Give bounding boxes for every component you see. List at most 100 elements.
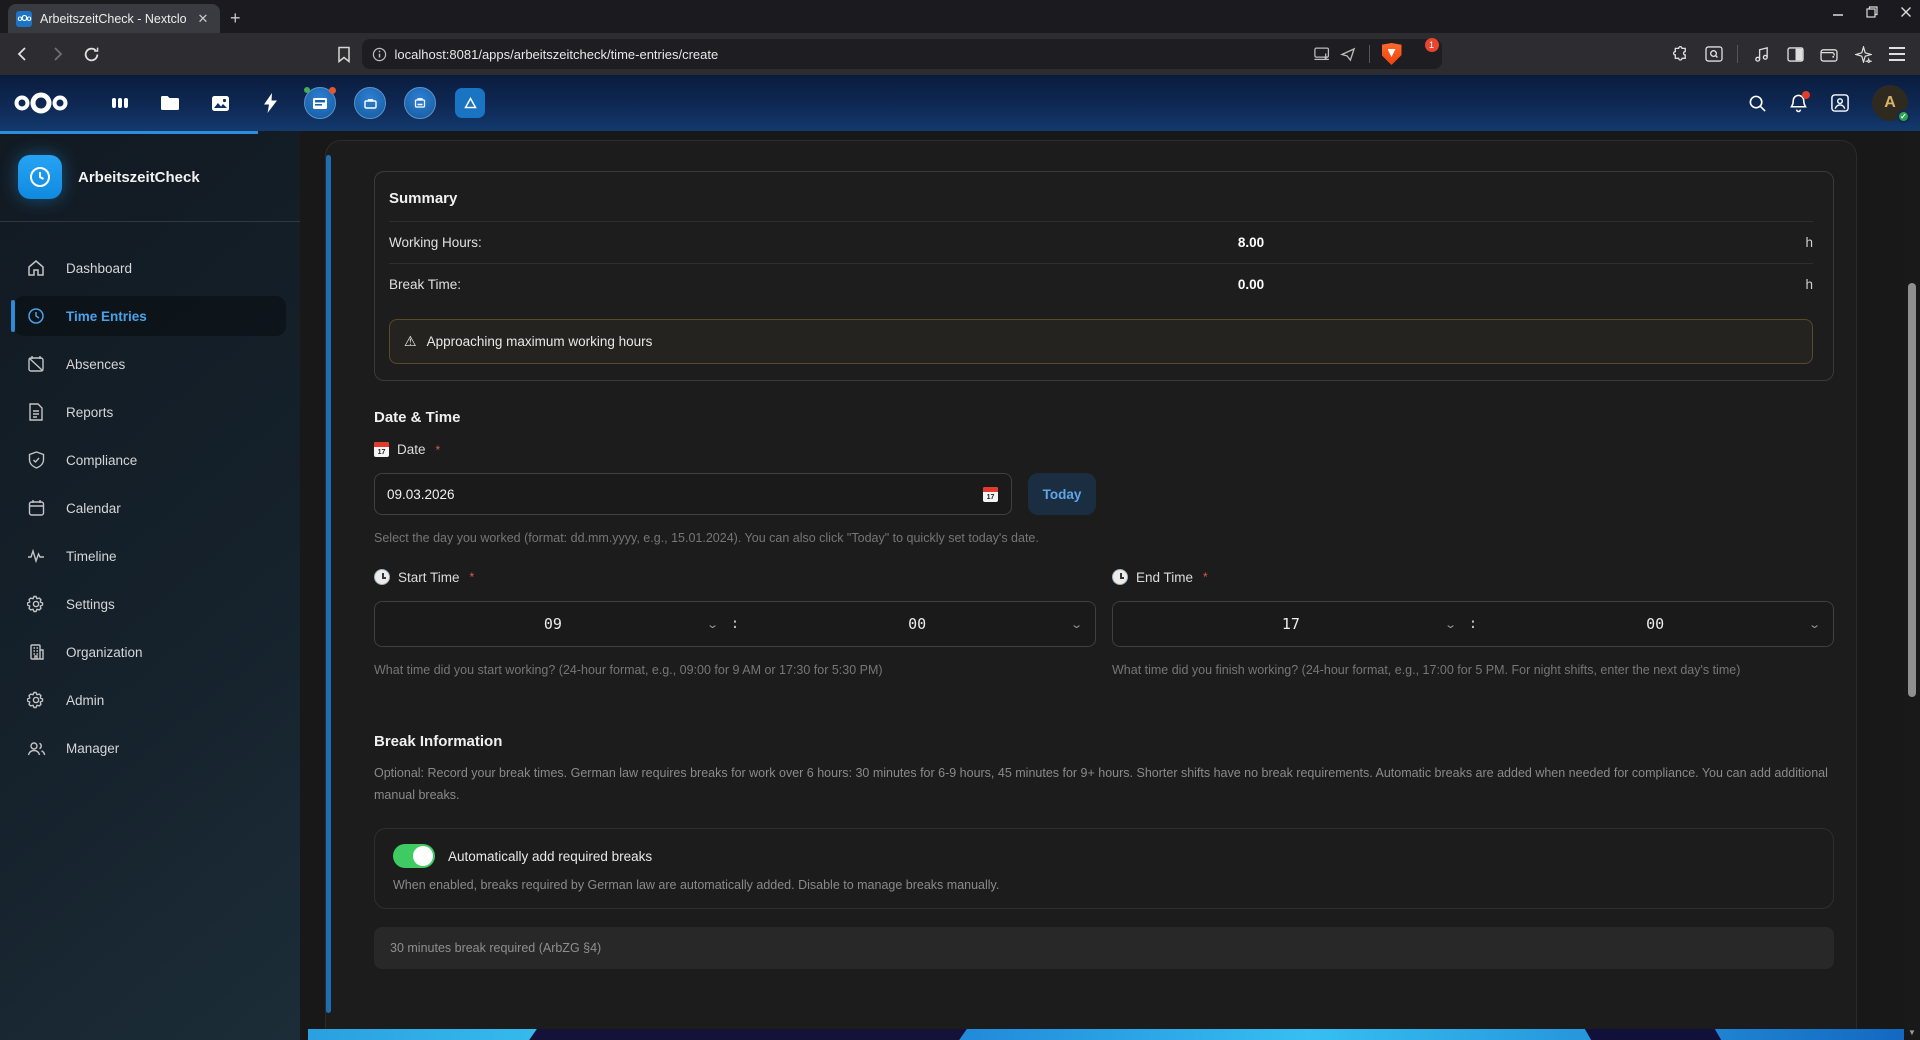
sidebar-item-dashboard[interactable]: Dashboard [14,248,286,288]
window-minimize-button[interactable] [1832,6,1844,18]
browser-toolbar: localhost:8081/apps/arbeitszeitcheck/tim… [0,33,1920,75]
start-minute-select[interactable]: 00 ⌄ [739,602,1095,646]
leo-ai-icon[interactable] [1848,39,1878,69]
extensions-icon[interactable] [1665,39,1695,69]
start-hour-select[interactable]: 09 ⌄ [375,602,731,646]
brave-rewards-icon[interactable]: 1 [1410,44,1432,64]
sidebar-item-settings[interactable]: Settings [14,584,286,624]
bookmarks-icon[interactable] [330,40,358,68]
sidebar-item-reports[interactable]: Reports [14,392,286,432]
sidebar-item-label: Settings [66,597,115,612]
sidebar-item-label: Time Entries [66,309,147,324]
nextcloud-logo-icon[interactable] [12,90,70,116]
search-icon[interactable] [1748,94,1767,113]
sidebar-item-organization[interactable]: Organization [14,632,286,672]
site-info-icon[interactable] [372,47,387,62]
new-tab-button[interactable]: + [230,8,241,29]
sidebar-item-label: Timeline [66,549,117,564]
scrollbar-down-arrow[interactable]: ▼ [1908,1028,1916,1037]
content-scrollbar[interactable] [326,155,331,1013]
break-time-unit: h [1773,277,1813,292]
divider [1369,45,1370,63]
end-time-label: End Time [1136,570,1193,585]
sidebar-item-label: Dashboard [66,261,132,276]
photos-app-icon[interactable] [204,75,236,131]
auto-breaks-card: Automatically add required breaks When e… [374,828,1834,909]
start-time-label: Start Time [398,570,460,585]
working-hours-unit: h [1773,235,1813,250]
url-bar[interactable]: localhost:8081/apps/arbeitszeitcheck/tim… [362,39,1442,69]
document-icon [26,403,46,421]
start-minute-value: 00 [908,615,926,633]
gear-icon [26,691,46,709]
user-avatar[interactable]: A ✓ [1872,85,1908,121]
sidebar-item-time-entries[interactable]: Time Entries [14,296,286,336]
break-info-heading: Break Information [374,733,1834,750]
auto-breaks-help: When enabled, breaks required by German … [393,878,1815,892]
time-entry-form-card: Summary Working Hours: 8.00 h Break Time… [325,140,1857,1040]
media-icon[interactable] [1746,39,1776,69]
activity-app-icon[interactable] [254,75,286,131]
calendar-x-icon [26,355,46,373]
sidebar-item-absences[interactable]: Absences [14,344,286,384]
end-hour-value: 17 [1282,615,1300,633]
summary-row-break-time: Break Time: 0.00 h [389,263,1813,305]
chevron-down-icon: ⌄ [706,618,719,631]
wallet-icon[interactable] [1814,39,1844,69]
required-asterisk: * [1203,570,1208,584]
sidebar-accent-line [0,131,258,134]
sidebar-item-admin[interactable]: Admin [14,680,286,720]
working-hours-value: 8.00 [729,235,1773,250]
break-required-note: 30 minutes break required (ArbZG §4) [374,927,1834,969]
date-input[interactable] [374,473,1012,515]
sidebar-item-compliance[interactable]: Compliance [14,440,286,480]
break-time-value: 0.00 [729,277,1773,292]
summary-title: Summary [389,190,1813,221]
dashboard-app-icon[interactable] [104,75,136,131]
notifications-bell-icon[interactable] [1789,93,1808,113]
time-colon: : [731,616,739,632]
sidebar-item-label: Manager [66,741,119,756]
background-shape [529,1029,967,1040]
end-hour-select[interactable]: 17 ⌄ [1113,602,1469,646]
contacts-icon[interactable] [1830,93,1850,113]
warning-icon: ⚠ [404,333,417,350]
arbeitszeitcheck-app-icon[interactable] [404,75,436,131]
browser-tabstrip: oOo ArbeitszeitCheck - Nextcloud ✕ + [0,0,1920,33]
sidebar-item-label: Calendar [66,501,121,516]
arbeitszeitcheck-logo-icon [18,155,62,199]
browser-tab[interactable]: oOo ArbeitszeitCheck - Nextcloud ✕ [8,4,220,33]
divider [1737,45,1738,63]
back-button[interactable] [8,39,38,69]
window-close-button[interactable] [1900,6,1912,18]
send-to-device-icon[interactable] [1314,47,1332,61]
window-restore-button[interactable] [1866,6,1878,18]
break-info-description: Optional: Record your break times. Germa… [374,762,1834,806]
warning-text: Approaching maximum working hours [427,334,653,349]
sidebar-item-label: Absences [66,357,125,372]
end-time-picker: 17 ⌄ : 00 ⌄ [1112,601,1834,647]
url-text[interactable]: localhost:8081/apps/arbeitszeitcheck/tim… [395,47,1306,62]
sidebar-toggle-icon[interactable] [1780,39,1810,69]
scrollbar-thumb[interactable] [1908,283,1916,697]
sidebar-item-calendar[interactable]: Calendar [14,488,286,528]
work-app-icon[interactable] [354,75,386,131]
sidebar-item-manager[interactable]: Manager [14,728,286,768]
today-button[interactable]: Today [1028,473,1096,515]
reload-button[interactable] [76,39,106,69]
sidebar-item-timeline[interactable]: Timeline [14,536,286,576]
date-time-heading: Date & Time [374,409,1834,426]
window-scrollbar[interactable]: ▼ [1904,131,1920,1040]
brave-shield-icon[interactable] [1382,43,1402,65]
files-app-icon[interactable] [154,75,186,131]
datepicker-icon[interactable] [983,487,998,502]
search-tabs-icon[interactable] [1699,39,1729,69]
auto-breaks-toggle[interactable] [393,844,435,868]
forms-app-icon[interactable] [304,75,336,131]
share-icon[interactable] [1340,47,1357,62]
app-a-square-icon[interactable] [454,75,486,131]
tab-close-icon[interactable]: ✕ [194,10,212,28]
end-minute-select[interactable]: 00 ⌄ [1477,602,1833,646]
forward-button[interactable] [42,39,72,69]
menu-icon[interactable] [1882,39,1912,69]
